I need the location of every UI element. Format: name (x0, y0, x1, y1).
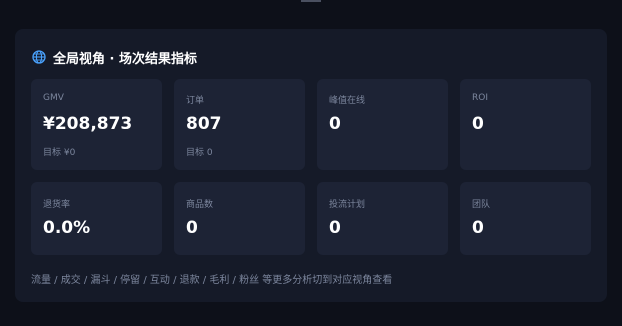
metric-label: 退货率 (43, 200, 71, 210)
metric-label: 商品数 (186, 200, 214, 210)
metric-value: 0 (472, 114, 484, 134)
metric-value: 0.0% (43, 218, 91, 238)
metric-card-ad-plans: 投流计划 0 (317, 182, 448, 255)
metric-value: 0 (329, 218, 341, 238)
metric-value: 807 (186, 114, 222, 134)
metric-label: 投流计划 (329, 200, 366, 210)
metric-value: 0 (329, 114, 341, 134)
footer-note: 流量 / 成交 / 漏斗 / 停留 / 互动 / 退款 / 毛利 / 粉丝 等更… (31, 275, 393, 286)
metric-value: 0 (186, 218, 198, 238)
metric-label: 订单 (186, 96, 205, 106)
metric-card-return-rate: 退货率 0.0% (31, 182, 162, 255)
panel-title: 全局视角 · 场次结果指标 (53, 51, 197, 67)
metric-label: 峰值在线 (329, 96, 366, 106)
metric-card-orders: 订单 807 目标 0 (174, 79, 305, 170)
metric-card-product-count: 商品数 0 (174, 182, 305, 255)
metric-target: 目标 ¥0 (43, 148, 76, 158)
metric-label: 团队 (472, 200, 491, 210)
metric-value: 0 (472, 218, 484, 238)
panel-header: 全局视角 · 场次结果指标 (32, 47, 197, 67)
metric-value: ¥208,873 (43, 114, 133, 134)
globe-icon (32, 50, 46, 64)
metric-target: 目标 0 (186, 148, 213, 158)
metric-label: ROI (472, 93, 488, 103)
result-metrics-panel: 全局视角 · 场次结果指标 GMV ¥208,873 目标 ¥0 订单 807 … (15, 29, 607, 302)
metric-card-gmv: GMV ¥208,873 目标 ¥0 (31, 79, 162, 170)
metric-card-roi: ROI 0 (460, 79, 591, 170)
metric-card-team: 团队 0 (460, 182, 591, 255)
metric-label: GMV (43, 93, 64, 103)
metric-card-peak-online: 峰值在线 0 (317, 79, 448, 170)
window-drag-handle[interactable] (301, 0, 321, 2)
